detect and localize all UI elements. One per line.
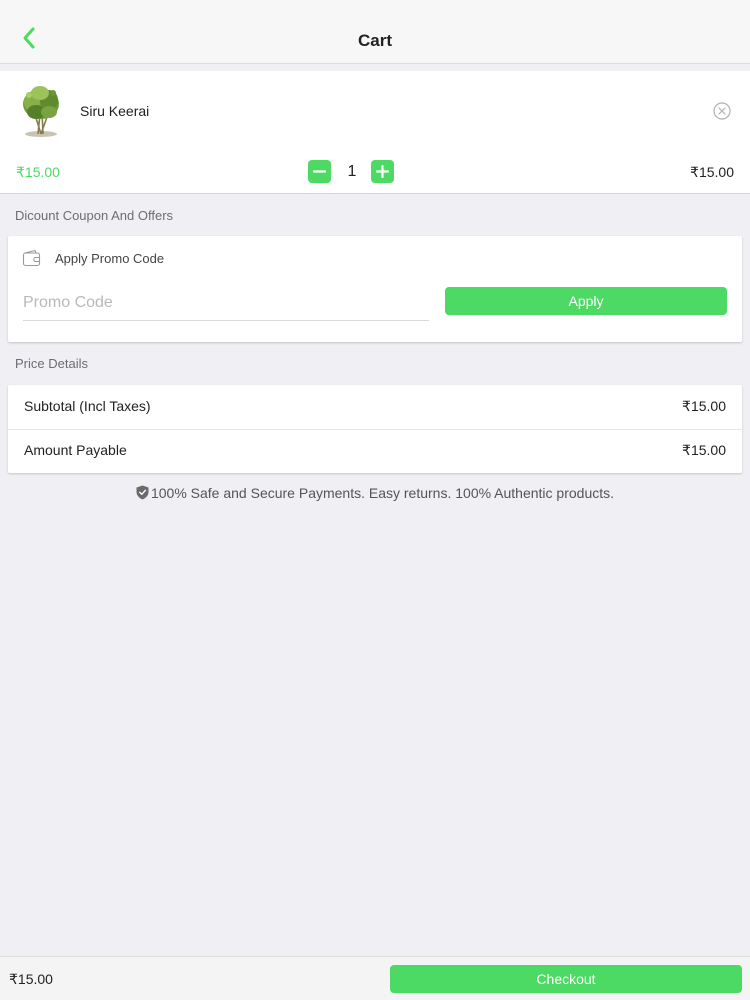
promo-code-input[interactable] [23,286,429,321]
page-title: Cart [357,31,392,50]
coupon-section-header: Dicount Coupon And Offers [15,208,174,223]
cart-total: ₹15.00 [9,971,53,987]
subtotal-label: Subtotal (Incl Taxes) [24,398,151,414]
minus-icon [312,170,327,173]
checkout-button[interactable]: Checkout [390,965,742,993]
subtotal-value: ₹15.00 [682,398,726,414]
navigation-bar: Cart [0,0,750,64]
leafy-greens-image [23,86,59,137]
quantity-value: 1 [347,163,357,180]
apply-promo-button[interactable]: Apply [445,287,727,315]
secure-note-text: 100% Safe and Secure Payments. Easy retu… [150,485,615,501]
amount-payable-label: Amount Payable [24,442,127,458]
plus-icon [375,164,390,179]
item-name: Siru Keerai [80,103,150,119]
amount-payable-value: ₹15.00 [682,442,726,458]
subtotal-row: Subtotal (Incl Taxes) ₹15.00 [8,385,742,430]
price-details-card: Subtotal (Incl Taxes) ₹15.00 Amount Paya… [8,385,742,473]
apply-promo-label: Apply Promo Code [55,251,165,266]
cart-item: Siru Keerai ₹15.00 1 ₹15.00 [0,71,750,194]
item-line-total: ₹15.00 [690,164,734,180]
wallet-icon [22,249,41,267]
item-unit-price: ₹15.00 [16,164,60,180]
promo-card: Apply Promo Code Apply [8,236,742,342]
remove-item-button[interactable] [713,102,731,120]
close-circle-icon [713,102,731,120]
decrease-quantity-button[interactable] [308,160,331,183]
secure-payments-note: 100% Safe and Secure Payments. Easy retu… [0,485,750,501]
increase-quantity-button[interactable] [371,160,394,183]
cart-screen: Cart Siru Keerai ₹15.00 1 ₹15.00 Dicount… [0,0,750,1000]
checkout-bar: ₹15.00 Checkout [0,956,750,1000]
shield-check-icon [136,485,149,500]
price-details-header: Price Details [15,356,88,371]
amount-payable-row: Amount Payable ₹15.00 [8,429,742,473]
